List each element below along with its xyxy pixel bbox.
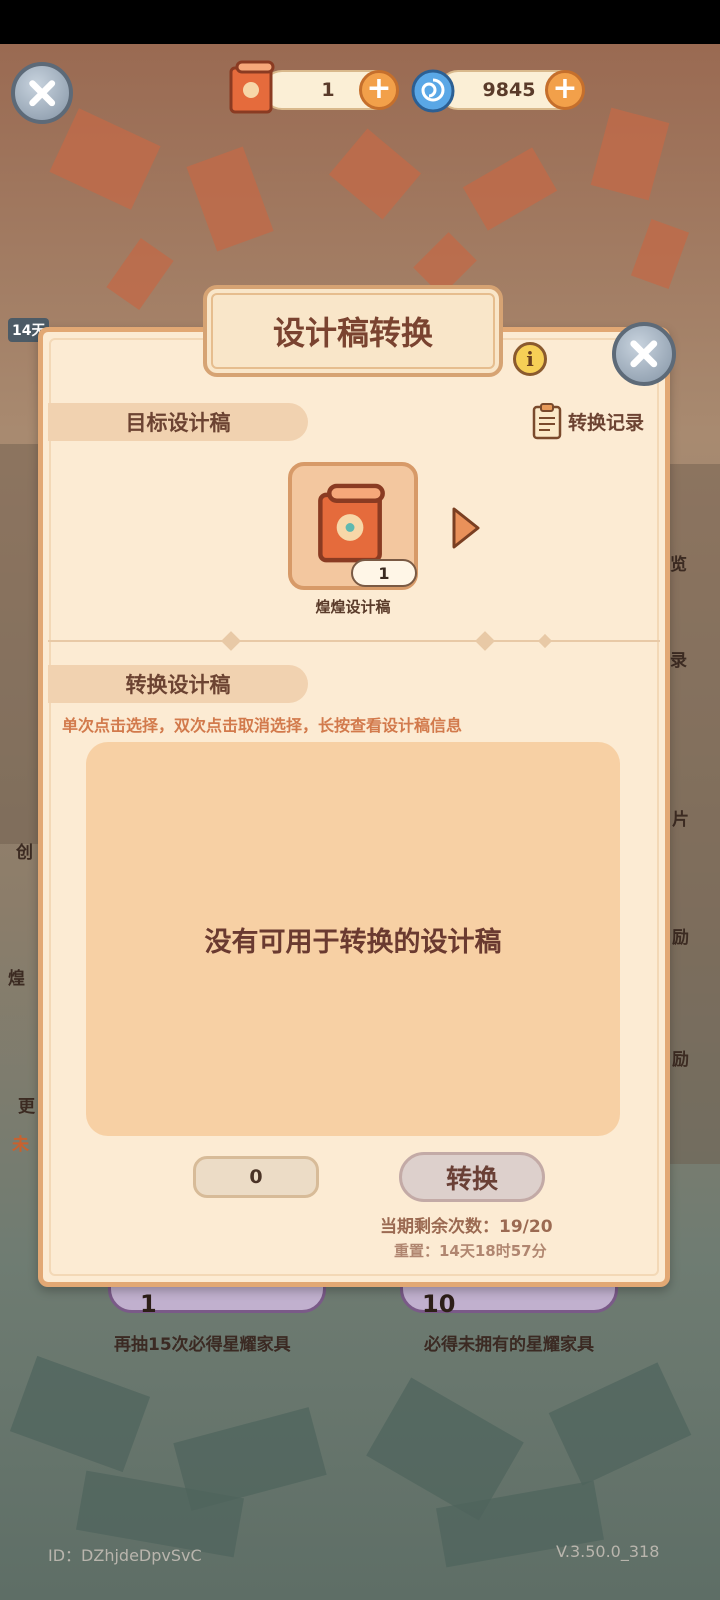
bg-left-label-2: 煌: [8, 969, 25, 989]
ten-pull-caption: 必得未拥有的星耀家具: [424, 1335, 594, 1355]
conversion-record-label: 转换记录: [568, 411, 645, 434]
info-icon: i: [526, 347, 534, 371]
bg-right-label-4: 励: [672, 928, 689, 948]
remaining-count: 当期剩余次数：19/20: [380, 1217, 553, 1237]
target-item-count: 1: [351, 559, 417, 587]
convert-button[interactable]: 转换: [399, 1152, 545, 1202]
bg-left-label-3: 更: [18, 1097, 35, 1117]
close-screen-button[interactable]: [11, 62, 73, 124]
bg-right-label-1: 览: [670, 555, 687, 575]
bg-right-label-2: 录: [670, 651, 687, 671]
status-bar: [0, 0, 720, 44]
single-pull-caption: 再抽15次必得星耀家具: [114, 1335, 291, 1355]
bg-right-label-3: 片: [672, 810, 689, 830]
convert-section-label: 转换设计稿: [48, 665, 308, 703]
add-design-paper-button[interactable]: +: [359, 70, 399, 110]
add-gem-button[interactable]: +: [545, 70, 585, 110]
ten-pull-count: 10: [422, 1290, 456, 1318]
selection-hint: 单次点击选择，双次点击取消选择，长按查看设计稿信息: [62, 716, 463, 735]
user-id: ID：DZhjdeDpvSvC: [48, 1546, 202, 1565]
convertible-list-area: 没有可用于转换的设计稿: [86, 742, 620, 1136]
selected-quantity: 0: [193, 1156, 319, 1198]
reset-timer: 重置：14天18时57分: [394, 1242, 547, 1260]
bg-right-label-5: 励: [672, 1050, 689, 1070]
empty-message: 没有可用于转换的设计稿: [204, 926, 502, 958]
single-pull-count: 1: [140, 1290, 157, 1318]
close-icon: [29, 80, 55, 106]
clipboard-icon: [532, 403, 562, 440]
section-divider: [48, 640, 660, 642]
arrow-right-icon[interactable]: [450, 505, 482, 551]
version-label: V.3.50.0_318: [556, 1542, 660, 1561]
dialog-title: 设计稿转换: [203, 285, 503, 377]
target-item-name: 煌煌设计稿: [315, 598, 391, 616]
target-section-label: 目标设计稿: [48, 403, 308, 441]
bg-left-label-4: 未: [12, 1135, 29, 1155]
close-dialog-button[interactable]: [612, 322, 676, 386]
gem-swirl-icon: [411, 69, 455, 113]
info-button[interactable]: i: [513, 342, 547, 376]
close-icon: [630, 340, 658, 368]
bg-left-label-1: 创: [16, 843, 33, 863]
design-scroll-icon: [229, 60, 275, 114]
conversion-record-button[interactable]: 转换记录: [532, 402, 644, 440]
